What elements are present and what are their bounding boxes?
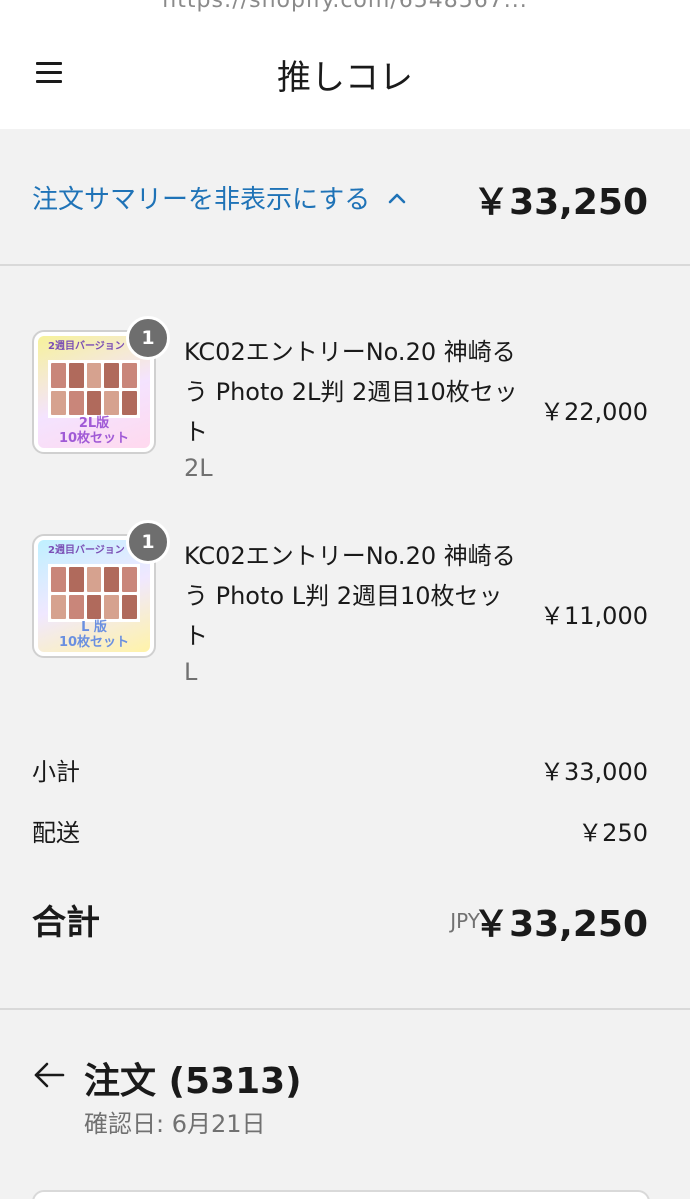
product-variant: 2L (184, 454, 213, 482)
order-title: 注文 (5313) (84, 1061, 302, 1102)
shipping-row: 配送 ￥250 (32, 813, 648, 849)
quantity-badge: 1 (126, 316, 170, 360)
hide-order-summary-link[interactable]: 注文サマリーを非表示にする (32, 179, 406, 216)
shop-header: 推しコレ (0, 18, 690, 129)
thumbnail-caption-bottom: L 版 10枚セット (58, 620, 130, 650)
total-row: 合計 JPY ￥33,250 (32, 895, 648, 945)
product-title: KC02エントリーNo.20 神崎るう Photo L判 2週目10枚セット (184, 542, 516, 650)
shop-brand-name[interactable]: 推しコレ (0, 50, 690, 99)
subtotal-value: ￥33,000 (540, 758, 648, 786)
hide-order-summary-label: 注文サマリーを非表示にする (32, 185, 371, 215)
subtotal-label: 小計 (32, 758, 80, 786)
order-confirmed-date: 確認日: 6月21日 (84, 1110, 266, 1138)
quantity-badge: 1 (126, 520, 170, 564)
total-value: ￥33,250 (473, 904, 648, 945)
section-divider (0, 1008, 690, 1010)
shipping-value: ￥250 (578, 819, 648, 847)
product-price: ￥11,000 (540, 602, 648, 630)
total-label: 合計 (32, 903, 100, 943)
product-variant: L (184, 658, 198, 686)
thumbnail-photo-grid (48, 564, 140, 622)
line-item: 2週目バージョン 2L版 10枚セット 1 KC02エントリーNo.20 神崎る… (0, 316, 690, 500)
summary-total-price: ￥33,250 (473, 182, 648, 223)
line-item: 2週目バージョン L 版 10枚セット 1 KC02エントリーNo.20 神崎る… (0, 520, 690, 704)
thumbnail-caption-bottom: 2L版 10枚セット (58, 416, 130, 446)
product-title: KC02エントリーNo.20 神崎るう Photo 2L判 2週目10枚セット (184, 338, 518, 446)
order-summary-toggle-bar: 注文サマリーを非表示にする ￥33,250 (0, 129, 690, 266)
url-text: https://shopify.com/6548567... (162, 0, 528, 13)
order-status-card (32, 1190, 650, 1199)
arrow-left-icon[interactable] (32, 1060, 66, 1090)
chevron-up-icon (388, 193, 406, 203)
subtotal-row: 小計 ￥33,000 (32, 752, 648, 788)
shipping-label: 配送 (32, 819, 80, 847)
product-price: ￥22,000 (540, 398, 648, 426)
thumbnail-photo-grid (48, 360, 140, 418)
browser-url-bar[interactable]: https://shopify.com/6548567... (0, 0, 690, 18)
